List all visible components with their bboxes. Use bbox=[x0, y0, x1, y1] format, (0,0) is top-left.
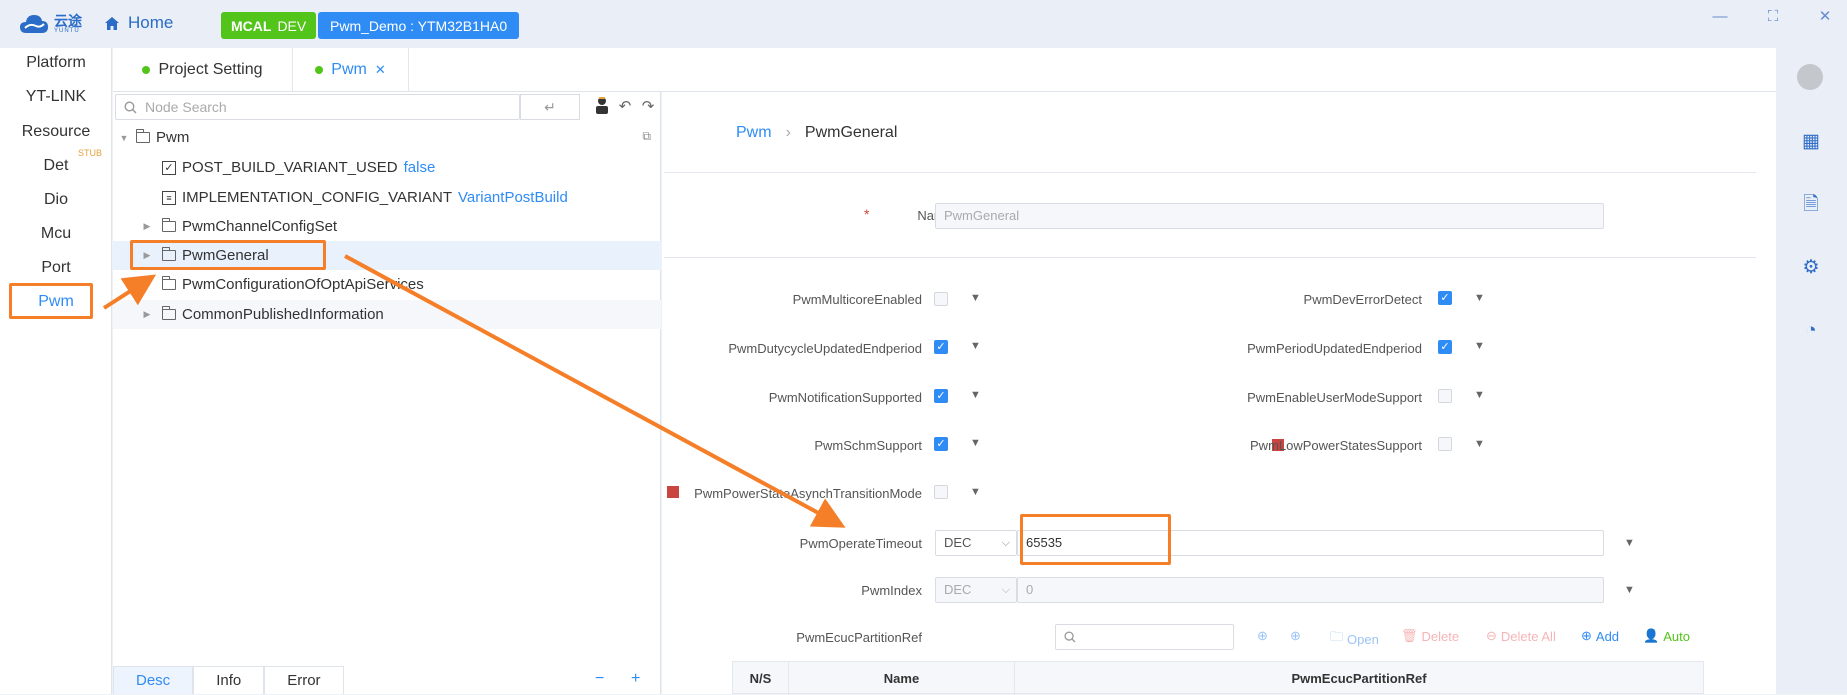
annotation-arrow-2 bbox=[344, 254, 846, 528]
annotation-arrows bbox=[102, 254, 846, 528]
annotation-arrow-1 bbox=[102, 274, 157, 310]
